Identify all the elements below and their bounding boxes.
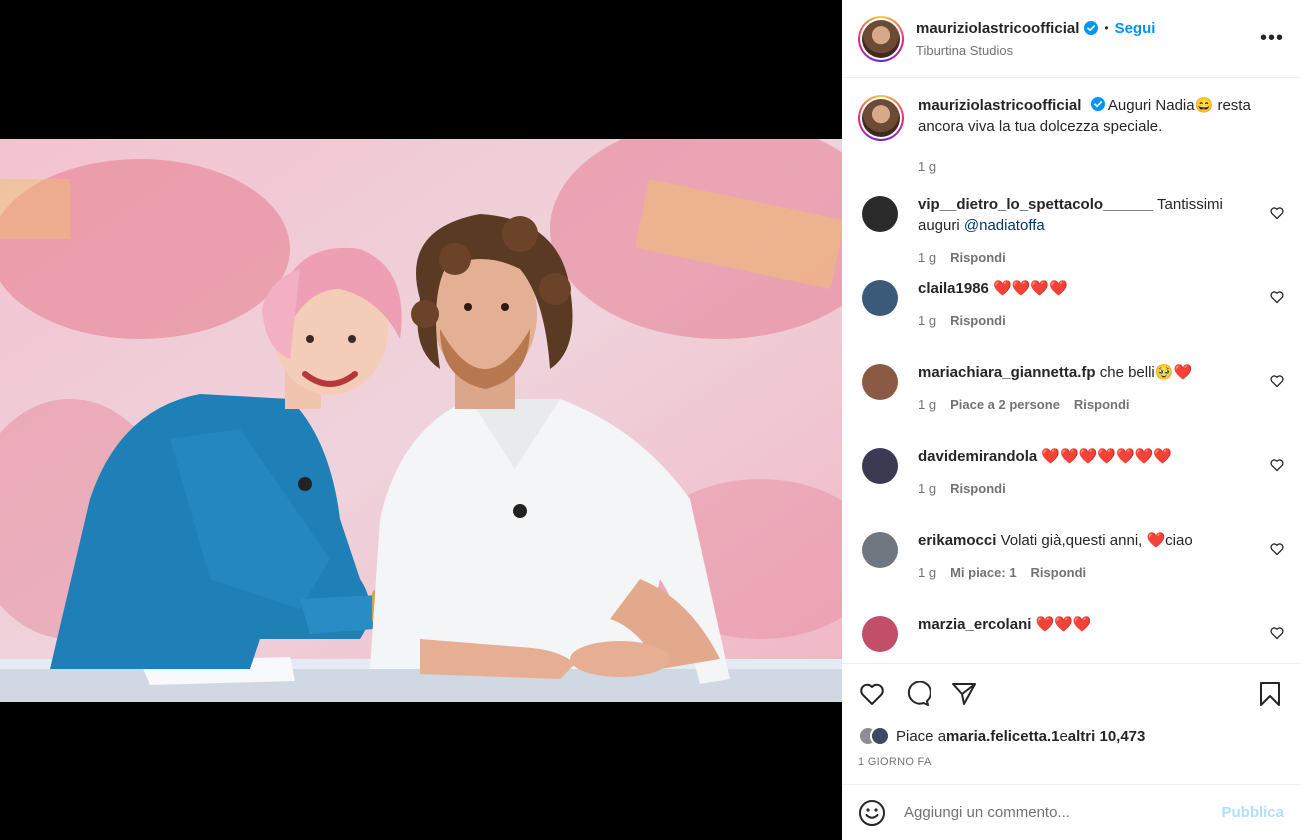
verified-badge-icon <box>1090 97 1105 111</box>
comment-time[interactable]: 1 g <box>918 565 936 580</box>
comment-text: che belli🥹❤️ <box>1099 364 1193 381</box>
comment-text: ❤️❤️❤️❤️❤️❤️❤️ <box>1041 448 1173 465</box>
publish-button[interactable]: Pubblica <box>1221 804 1284 821</box>
reply-button[interactable]: Rispondi <box>950 481 1006 496</box>
likes-user[interactable]: maria.felicetta.1 <box>946 728 1059 745</box>
comment-likes-count[interactable]: Mi piace: 1 <box>950 565 1016 580</box>
more-horizontal-icon[interactable]: ••• <box>1260 27 1284 51</box>
commenter-avatar[interactable] <box>862 280 898 316</box>
comment-time[interactable]: 1 g <box>918 313 936 328</box>
likes-middle: e <box>1059 727 1068 745</box>
reply-button[interactable]: Rispondi <box>1074 397 1130 412</box>
reply-button[interactable]: Rispondi <box>1031 565 1087 580</box>
comment-like-heart-icon[interactable] <box>1270 374 1284 388</box>
comment-username[interactable]: davidemirandola <box>918 448 1037 465</box>
reply-button[interactable]: Rispondi <box>950 250 1006 265</box>
comment-username[interactable]: erikamocci <box>918 532 996 549</box>
commenter-avatar[interactable] <box>862 448 898 484</box>
likes-summary: Piace a maria.felicetta.1 e altri 10,473 <box>858 724 1284 748</box>
comment-like-heart-icon[interactable] <box>1270 290 1284 304</box>
comment-username[interactable]: mariachiara_giannetta.fp <box>918 364 1096 381</box>
commenter-avatar[interactable] <box>862 364 898 400</box>
comment-username[interactable]: claila1986 <box>918 280 989 297</box>
caption-time[interactable]: 1 g <box>918 159 936 174</box>
media-area <box>0 0 842 840</box>
reply-button[interactable]: Rispondi <box>950 313 1006 328</box>
post-date[interactable]: 1 GIORNO FA <box>858 756 1284 784</box>
author-username[interactable]: mauriziolastricoofficial <box>916 20 1079 37</box>
comment-item: vip__dietro_lo_spettacolo______ Tantissi… <box>842 194 1300 278</box>
liker-avatar[interactable] <box>870 726 890 746</box>
caption-author-avatar[interactable] <box>858 95 904 141</box>
add-comment-bar: Pubblica <box>842 784 1300 840</box>
comment-text: ❤️❤️❤️❤️ <box>993 280 1068 297</box>
comment-username[interactable]: marzia_ercolani <box>918 616 1031 633</box>
comment-text: ❤️❤️❤️ <box>1035 616 1092 633</box>
comment-item: mariachiara_giannetta.fp che belli🥹❤️ 1 g… <box>842 362 1300 446</box>
comment-item: davidemirandola ❤️❤️❤️❤️❤️❤️❤️ 1 g Rispond… <box>842 446 1300 530</box>
likes-prefix: Piace a <box>896 727 947 745</box>
author-avatar-image <box>862 19 900 58</box>
verified-badge-icon <box>1084 21 1099 35</box>
caption-username[interactable]: mauriziolastricoofficial <box>918 97 1081 114</box>
comment-time[interactable]: 1 g <box>918 481 936 496</box>
follow-button[interactable]: Segui <box>1115 20 1156 37</box>
share-paper-plane-icon[interactable] <box>950 680 978 708</box>
comment-like-heart-icon[interactable] <box>1270 206 1284 220</box>
comment-time[interactable]: 1 g <box>918 397 936 412</box>
comment-likes-count[interactable]: Piace a 2 persone <box>950 397 1060 412</box>
post-header: mauriziolastricoofficial • Segui Tiburti… <box>842 0 1300 78</box>
comment-bubble-icon[interactable] <box>904 680 932 708</box>
comment-mention[interactable]: @nadiatoffa <box>964 217 1045 234</box>
comment-item: marzia_ercolani ❤️❤️❤️ <box>842 614 1300 663</box>
post-side-panel: mauriziolastricoofficial • Segui Tiburti… <box>842 0 1300 840</box>
likes-others[interactable]: altri 10,473 <box>1068 728 1146 745</box>
post-viewer: mauriziolastricoofficial • Segui Tiburti… <box>0 0 1300 840</box>
comment-time[interactable]: 1 g <box>918 250 936 265</box>
post-caption: mauriziolastricoofficial Auguri Nadia😄 r… <box>842 78 1300 194</box>
commenter-avatar[interactable] <box>862 616 898 652</box>
commenter-avatar[interactable] <box>862 532 898 568</box>
author-avatar[interactable] <box>858 15 904 62</box>
comment-like-heart-icon[interactable] <box>1270 458 1284 472</box>
comments-list[interactable]: mauriziolastricoofficial Auguri Nadia😄 r… <box>842 78 1300 663</box>
separator-dot: • <box>1104 21 1109 35</box>
post-location[interactable]: Tiburtina Studios <box>916 43 1260 58</box>
comment-input[interactable] <box>904 804 1222 821</box>
post-photo[interactable] <box>0 139 842 702</box>
emoji-icon[interactable] <box>858 799 886 827</box>
comment-username[interactable]: vip__dietro_lo_spettacolo______ <box>918 196 1153 213</box>
comment-text: Volati già,questi anni, ❤️ciao <box>1000 532 1193 549</box>
photo-illustration <box>0 139 842 702</box>
save-bookmark-icon[interactable] <box>1256 680 1284 708</box>
comment-like-heart-icon[interactable] <box>1270 626 1284 640</box>
comment-like-heart-icon[interactable] <box>1270 542 1284 556</box>
post-actions: Piace a maria.felicetta.1 e altri 10,473… <box>842 663 1300 784</box>
comment-item: claila1986 ❤️❤️❤️❤️ 1 g Rispondi <box>842 278 1300 362</box>
commenter-avatar[interactable] <box>862 196 898 232</box>
like-heart-icon[interactable] <box>858 680 886 708</box>
comment-item: erikamocci Volati già,questi anni, ❤️cia… <box>842 530 1300 614</box>
